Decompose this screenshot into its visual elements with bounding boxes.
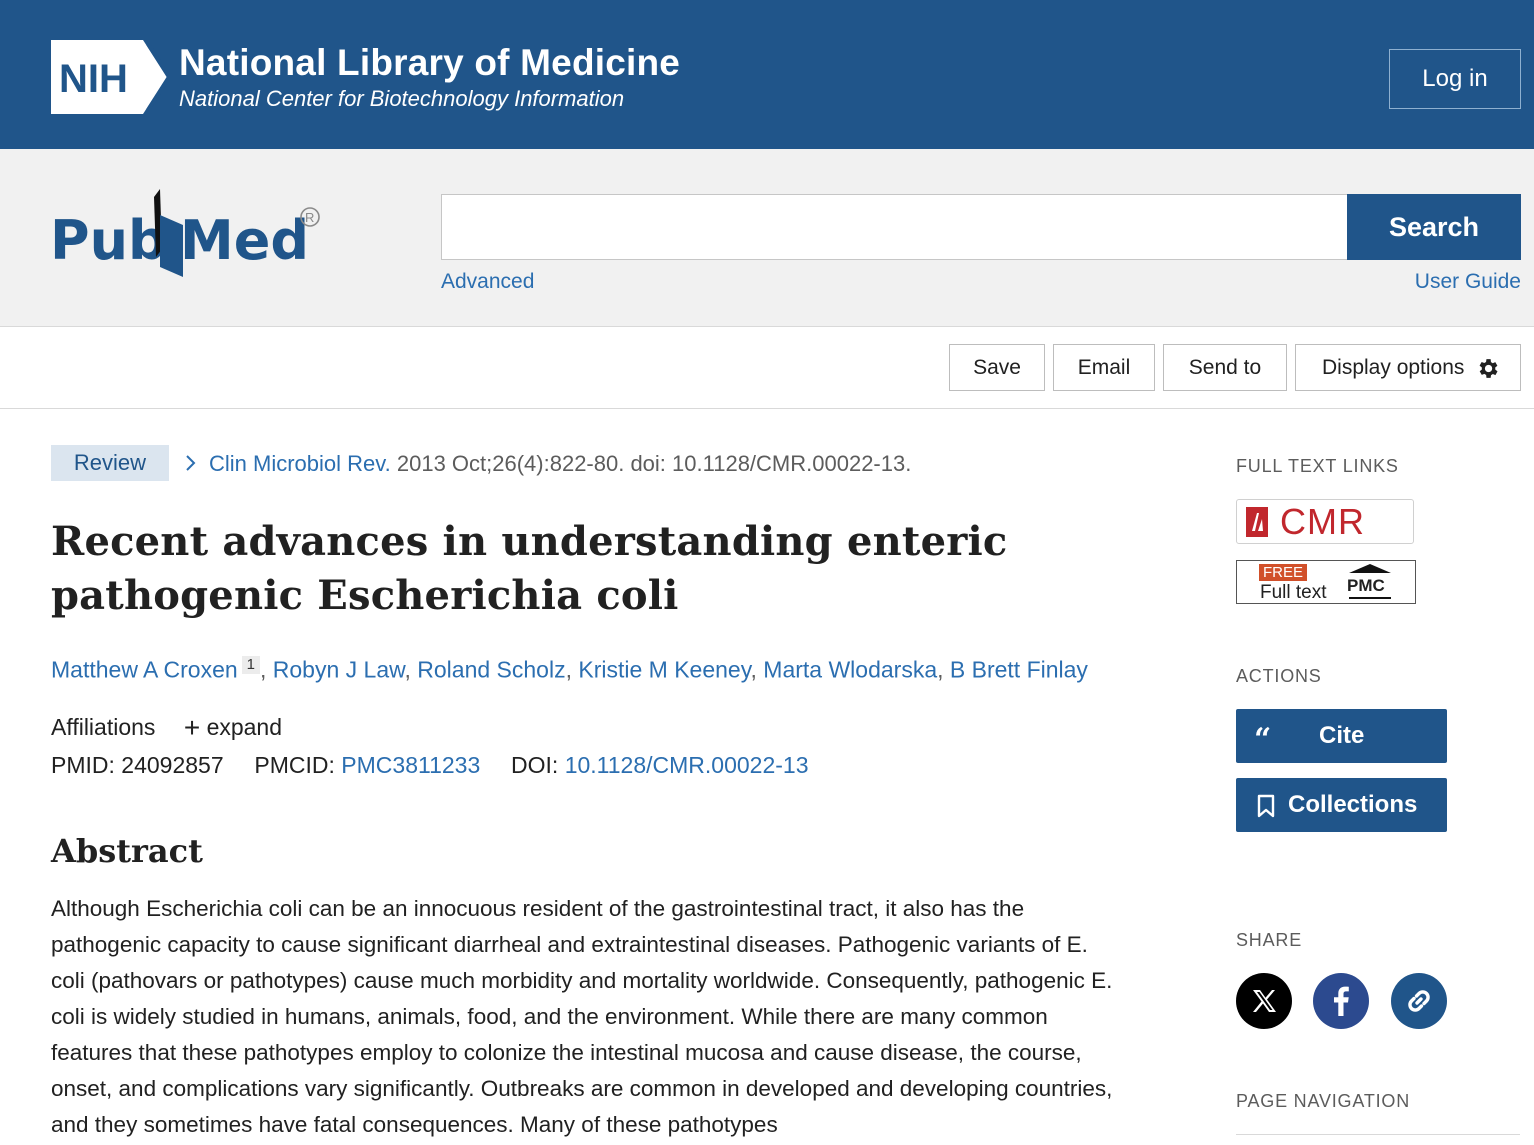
search-button[interactable]: Search — [1347, 194, 1521, 260]
authors-list: Matthew A Croxen 1, Robyn J Law, Roland S… — [51, 656, 1088, 683]
affiliation-marker[interactable]: 1 — [241, 656, 260, 674]
cmr-full-text-link[interactable]: CMR — [1236, 499, 1414, 544]
svg-text:Med: Med — [180, 209, 309, 272]
full-text-links-heading: FULL TEXT LINKS — [1236, 456, 1399, 476]
share-permalink-button[interactable] — [1391, 973, 1447, 1029]
pmc-label: PMC — [1347, 576, 1385, 595]
display-options-button[interactable]: Display options — [1295, 344, 1521, 391]
bookmark-icon — [1257, 794, 1275, 818]
collections-label: Collections — [1288, 791, 1418, 818]
journal-link[interactable]: Clin Microbiol Rev. — [209, 451, 391, 476]
quote-icon: “ — [1254, 722, 1272, 757]
affiliations-label: Affiliations — [51, 714, 156, 740]
pmid-label: PMID: — [51, 752, 115, 778]
publication-type-badge: Review — [51, 445, 169, 481]
x-logo-icon — [1253, 990, 1276, 1012]
share-x-button[interactable] — [1236, 973, 1292, 1029]
page-navigation-heading: PAGE NAVIGATION — [1236, 1091, 1411, 1111]
nih-logo[interactable]: NIH — [51, 40, 167, 114]
gear-icon — [1479, 359, 1498, 378]
article-toolbar: Save Email Send to Display options — [0, 327, 1534, 409]
doi-link[interactable]: 10.1128/CMR.00022-13 — [565, 752, 809, 778]
svg-text:Pub: Pub — [50, 209, 167, 272]
email-button[interactable]: Email — [1053, 344, 1155, 391]
doi-label: DOI: — [511, 752, 559, 778]
author-link[interactable]: Matthew A Croxen — [51, 657, 238, 683]
chevron-right-icon — [186, 455, 196, 471]
author-link[interactable]: Robyn J Law — [273, 657, 405, 683]
search-input[interactable] — [441, 194, 1348, 260]
send-to-button[interactable]: Send to — [1163, 344, 1287, 391]
abstract-text: Although Escherichia coli can be an inno… — [51, 896, 1113, 1137]
user-guide-link[interactable]: User Guide — [1415, 270, 1521, 294]
article-title: Recent advances in understanding enteric… — [51, 518, 1008, 619]
link-icon — [1408, 990, 1430, 1012]
free-tag: FREE — [1259, 564, 1308, 581]
pmid-value: 24092857 — [121, 752, 224, 778]
share-facebook-button[interactable] — [1313, 973, 1369, 1029]
advanced-search-link[interactable]: Advanced — [441, 270, 534, 294]
citation-line: Clin Microbiol Rev. 2013 Oct;26(4):822-8… — [209, 451, 911, 477]
cmr-label: CMR — [1280, 500, 1365, 542]
author-link[interactable]: Roland Scholz — [417, 657, 565, 683]
pmcid-label: PMCID: — [254, 752, 335, 778]
divider — [1236, 1134, 1520, 1135]
citation-details: 2013 Oct;26(4):822-80. doi: 10.1128/CMR.… — [390, 451, 912, 476]
pmcid-link[interactable]: PMC3811233 — [341, 752, 480, 778]
facebook-icon — [1334, 986, 1349, 1016]
svg-text:NIH: NIH — [59, 57, 128, 101]
actions-heading: ACTIONS — [1236, 666, 1322, 686]
cite-button[interactable]: “ Cite — [1236, 709, 1447, 763]
nih-subtitle: National Center for Biotechnology Inform… — [179, 86, 625, 111]
pubmed-logo[interactable]: Pub Med R — [48, 187, 328, 283]
full-text-label: Full text — [1260, 582, 1327, 603]
cite-label: Cite — [1319, 722, 1365, 749]
affiliations-row: Affiliations + expand — [51, 712, 282, 744]
collections-button[interactable]: Collections — [1236, 778, 1447, 832]
svg-text:R: R — [305, 210, 314, 225]
cmr-logo-icon — [1246, 506, 1268, 537]
display-options-label: Display options — [1322, 355, 1465, 379]
login-button[interactable]: Log in — [1389, 49, 1521, 109]
nih-title[interactable]: National Library of Medicine — [179, 42, 680, 84]
search-band: Pub Med R Search Advanced User Guide — [0, 149, 1534, 327]
save-button[interactable]: Save — [949, 344, 1045, 391]
plus-icon[interactable]: + — [184, 712, 200, 743]
author-link[interactable]: B Brett Finlay — [950, 657, 1088, 683]
author-link[interactable]: Marta Wlodarska — [763, 657, 937, 683]
identifiers-row: PMID: 24092857 PMCID: PMC3811233 DOI: 10… — [51, 752, 809, 779]
nih-header: NIH National Library of Medicine Nationa… — [0, 0, 1534, 149]
abstract-heading: Abstract — [51, 832, 203, 870]
author-link[interactable]: Kristie M Keeney — [578, 657, 750, 683]
expand-toggle[interactable]: expand — [207, 714, 282, 740]
pmc-free-full-text-link[interactable]: FREE Full text PMC — [1236, 560, 1416, 604]
share-heading: SHARE — [1236, 930, 1303, 950]
